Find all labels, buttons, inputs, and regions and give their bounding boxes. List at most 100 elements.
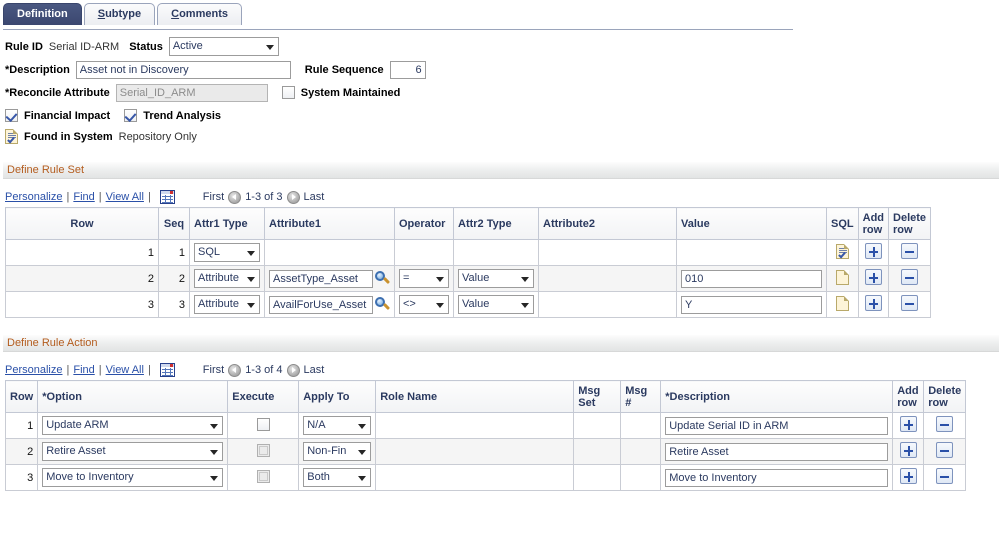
attr2-type-select[interactable]: Value bbox=[458, 269, 534, 288]
find-link-rule-action[interactable]: Find bbox=[73, 364, 94, 376]
first-link-rule-action[interactable]: First bbox=[203, 364, 224, 376]
personalize-link-rule-action[interactable]: Personalize bbox=[5, 364, 62, 376]
download-grid-icon-rule-set[interactable] bbox=[159, 190, 175, 204]
action-description-input[interactable] bbox=[665, 442, 889, 461]
add-row-button[interactable] bbox=[864, 269, 882, 285]
cell-execute bbox=[227, 412, 300, 439]
section-title-rule-action: Define Rule Action bbox=[7, 337, 98, 349]
last-link-rule-set[interactable]: Last bbox=[304, 191, 325, 203]
next-page-icon-rule-set[interactable] bbox=[286, 190, 300, 204]
cell-attr2-type: Value bbox=[453, 265, 539, 292]
col-add-row: Add row bbox=[857, 207, 890, 240]
add-row-button[interactable] bbox=[864, 243, 882, 259]
cell-row: 2 bbox=[4, 438, 39, 465]
cell-role-name bbox=[375, 438, 575, 465]
system-maintained-checkbox[interactable] bbox=[281, 86, 295, 99]
prev-page-icon-rule-action[interactable] bbox=[228, 363, 242, 377]
cell-option: Update ARM bbox=[37, 412, 229, 439]
chevron-down-icon bbox=[358, 423, 367, 429]
chevron-down-icon bbox=[265, 44, 274, 50]
rule-id-row: Rule ID Serial ID-ARM Status Active bbox=[5, 37, 1001, 56]
chevron-down-icon bbox=[210, 449, 219, 455]
attr1-type-select[interactable]: Attribute bbox=[194, 295, 260, 314]
delete-row-button[interactable] bbox=[901, 269, 919, 285]
cell-add-row bbox=[857, 265, 890, 292]
attr1-type-select[interactable]: SQL bbox=[194, 243, 260, 262]
value-input[interactable] bbox=[681, 269, 822, 288]
attribute1-input[interactable] bbox=[269, 269, 373, 288]
find-link-rule-set[interactable]: Find bbox=[73, 191, 94, 203]
section-header-rule-action: Define Rule Action bbox=[3, 335, 999, 352]
found-in-system-row: Found in System Repository Only bbox=[5, 127, 1001, 146]
view-all-link-rule-action[interactable]: View All bbox=[106, 364, 144, 376]
cell-add-row bbox=[857, 291, 890, 318]
description-row: *Description Rule Sequence bbox=[5, 60, 1001, 79]
sql-blank-icon[interactable] bbox=[835, 295, 849, 311]
download-grid-icon-rule-action[interactable] bbox=[159, 363, 175, 377]
cell-msg-num bbox=[620, 412, 662, 439]
apply-to-select[interactable]: N/A bbox=[303, 416, 372, 435]
add-row-button[interactable] bbox=[899, 442, 917, 458]
tab-definition[interactable]: Definition bbox=[3, 3, 82, 25]
sql-defined-icon[interactable] bbox=[835, 243, 849, 259]
option-select[interactable]: Update ARM bbox=[42, 416, 224, 435]
col-row: Row bbox=[4, 380, 39, 413]
delete-row-button[interactable] bbox=[901, 295, 919, 311]
sql-blank-icon[interactable] bbox=[835, 269, 849, 285]
delete-row-button[interactable] bbox=[936, 468, 954, 484]
operator-select[interactable]: = bbox=[399, 269, 449, 288]
execute-checkbox bbox=[256, 443, 270, 457]
personalize-link-rule-set[interactable]: Personalize bbox=[5, 191, 62, 203]
description-input[interactable] bbox=[75, 60, 291, 79]
cell-attribute1 bbox=[264, 291, 395, 318]
option-select[interactable]: Retire Asset bbox=[42, 442, 224, 461]
chevron-down-icon bbox=[436, 302, 444, 308]
cell-description bbox=[660, 438, 894, 465]
search-icon[interactable] bbox=[375, 297, 391, 312]
cell-value bbox=[676, 291, 827, 318]
financial-impact-label: Financial Impact bbox=[24, 109, 111, 122]
tab-subtype[interactable]: Subtype bbox=[83, 3, 156, 25]
action-description-input[interactable] bbox=[665, 468, 889, 487]
system-maintained-label: System Maintained bbox=[300, 86, 401, 99]
tab-comments[interactable]: Comments bbox=[157, 3, 242, 25]
add-row-button[interactable] bbox=[899, 416, 917, 432]
execute-checkbox[interactable] bbox=[256, 417, 270, 431]
action-description-input[interactable] bbox=[665, 416, 889, 435]
next-page-icon-rule-action[interactable] bbox=[286, 363, 300, 377]
section-header-rule-set: Define Rule Set bbox=[3, 162, 999, 179]
attribute1-input[interactable] bbox=[269, 295, 373, 314]
add-row-button[interactable] bbox=[899, 468, 917, 484]
financial-impact-checkbox[interactable] bbox=[5, 109, 18, 122]
apply-to-select[interactable]: Non-Fin bbox=[303, 442, 372, 461]
first-link-rule-set[interactable]: First bbox=[203, 191, 224, 203]
prev-page-icon-rule-set[interactable] bbox=[228, 190, 242, 204]
attr2-type-select[interactable]: Value bbox=[458, 295, 534, 314]
value-input[interactable] bbox=[681, 295, 822, 314]
delete-row-button[interactable] bbox=[936, 416, 954, 432]
rule-action-header-row: Row *Option Execute Apply To Role Name M… bbox=[4, 380, 967, 413]
add-row-button[interactable] bbox=[864, 295, 882, 311]
trend-analysis-checkbox[interactable] bbox=[124, 109, 138, 122]
view-all-link-rule-set[interactable]: View All bbox=[106, 191, 144, 203]
chevron-down-icon bbox=[358, 449, 367, 455]
rule-sequence-input[interactable] bbox=[389, 60, 426, 79]
cell-apply-to: Non-Fin bbox=[298, 438, 377, 465]
cell-operator: <> bbox=[394, 291, 454, 318]
search-icon[interactable] bbox=[375, 271, 391, 286]
apply-to-select[interactable]: Both bbox=[303, 468, 372, 487]
attr1-type-select[interactable]: Attribute bbox=[194, 269, 260, 288]
col-seq: Seq bbox=[158, 207, 190, 240]
delete-row-button[interactable] bbox=[901, 243, 919, 259]
last-link-rule-action[interactable]: Last bbox=[304, 364, 325, 376]
operator-select[interactable]: <> bbox=[399, 295, 449, 314]
cell-description bbox=[660, 412, 894, 439]
cell-description bbox=[660, 464, 894, 491]
option-select[interactable]: Move to Inventory bbox=[42, 468, 224, 487]
cell-sql bbox=[826, 239, 859, 266]
cell-seq: 2 bbox=[158, 265, 190, 292]
table-row: 1 Update ARM N/A bbox=[4, 412, 967, 439]
col-attribute1: Attribute1 bbox=[264, 207, 395, 240]
delete-row-button[interactable] bbox=[936, 442, 954, 458]
status-select[interactable]: Active bbox=[168, 37, 279, 56]
